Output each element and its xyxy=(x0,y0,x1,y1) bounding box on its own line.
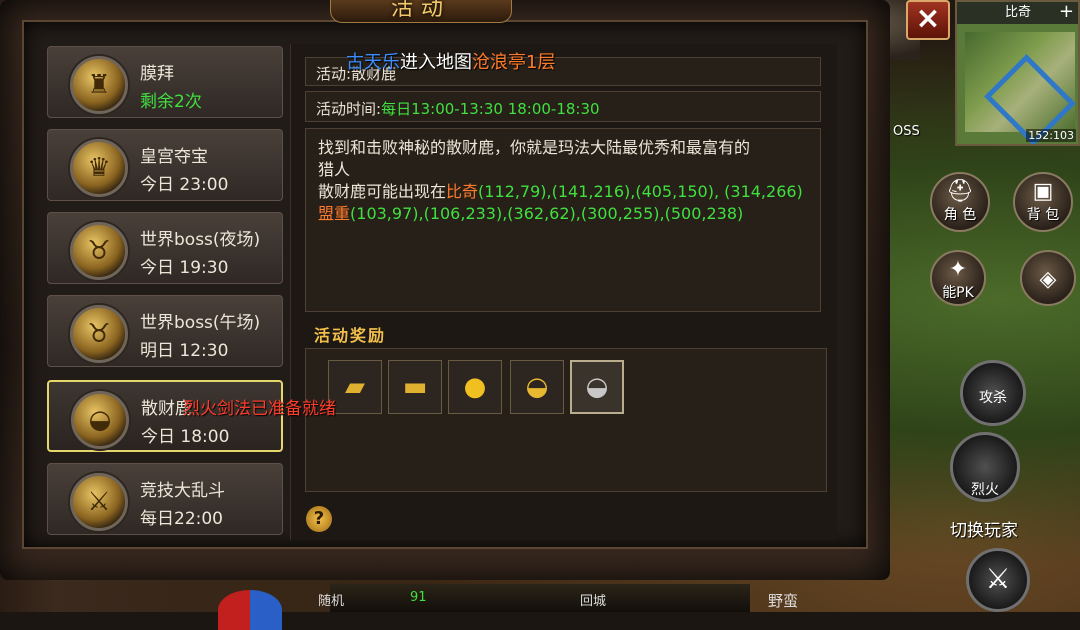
sword-attack-button[interactable]: ⚔ xyxy=(966,548,1030,612)
player-coordinates: 152:103 xyxy=(1026,129,1076,142)
bag-label: 背 包 xyxy=(1026,207,1060,223)
activity-name: 世界boss(夜场) xyxy=(140,230,261,250)
activity-time-row: 活动时间:每日13:00-13:30 18:00-18:30 xyxy=(305,91,821,122)
player-name: 古天乐 xyxy=(346,52,400,73)
skill-fire-sword-button[interactable]: 烈火 xyxy=(950,432,1020,502)
activity-name: 膜拜 xyxy=(140,64,174,84)
activity-name: 竞技大乱斗 xyxy=(140,481,225,501)
silver-ingot-icon: ◒ xyxy=(585,372,609,402)
pk-mode-button[interactable]: ✦ 能PK xyxy=(930,250,986,306)
bottom-action-bar xyxy=(330,584,750,612)
hp-mp-orb xyxy=(218,590,282,630)
activity-item-palace-treasure[interactable]: ♛ 皇宫夺宝 今日 23:00 xyxy=(47,129,283,201)
location-name-mengzhong: 盟重 xyxy=(318,204,351,223)
map-name: 沧浪亭1层 xyxy=(472,52,556,73)
description-line-1: 找到和击败神秘的散财鹿，你就是玛法大陆最优秀和最富有的 xyxy=(318,138,751,157)
diamond-icon: ◈ xyxy=(1039,267,1057,292)
bull-demon-icon: ♉ xyxy=(70,305,128,363)
help-button[interactable]: ? xyxy=(306,506,332,532)
appear-prefix: 散财鹿可能出现在 xyxy=(318,182,447,201)
activity-time-label: 活动时间: xyxy=(316,100,382,118)
system-message-action: 进入地图 xyxy=(400,52,472,73)
location-name-biqi: 比奇 xyxy=(446,182,479,201)
activity-time: 今日 23:00 xyxy=(140,175,229,195)
reward-slot-gold-bar[interactable]: ▬ xyxy=(388,360,442,414)
bag-button[interactable]: ▣ 背 包 xyxy=(1013,172,1073,232)
treasure-chest-icon: ♛ xyxy=(70,139,128,197)
activity-name: 皇宫夺宝 xyxy=(140,147,208,167)
location-coords-mengzhong: (103,97),(106,233),(362,62),(300,255),(5… xyxy=(350,204,744,223)
helmet-icon: ⛑ xyxy=(946,179,974,204)
activity-time: 今日 18:00 xyxy=(141,427,230,447)
gold-bar-icon: ▬ xyxy=(402,372,428,402)
gold-bars-icon: ▰ xyxy=(345,372,365,402)
hp-value: 91 xyxy=(410,590,427,605)
pk-label: 能PK xyxy=(942,285,974,301)
gold-coins-icon: ● xyxy=(463,372,487,402)
activity-time: 今日 19:30 xyxy=(140,258,229,278)
rewards-box xyxy=(305,348,827,492)
gold-ingot-icon: ◒ xyxy=(525,372,549,402)
zoom-in-icon[interactable]: + xyxy=(1059,2,1074,22)
activity-item-world-boss-noon[interactable]: ♉ 世界boss(午场) 明日 12:30 xyxy=(47,295,283,367)
reward-slot-gold-bars[interactable]: ▰ xyxy=(328,360,382,414)
skill-attack-kill-button[interactable]: 攻杀 xyxy=(960,360,1026,426)
barbarian-skill-button[interactable]: 野蛮 xyxy=(768,590,798,611)
minimap[interactable]: 比奇 + 152:103 xyxy=(955,0,1080,146)
description-line-2: 猎人 xyxy=(318,160,351,179)
activity-name: 世界boss(午场) xyxy=(140,313,261,333)
bull-demon-icon: ♉ xyxy=(70,222,128,280)
activity-description-box: 找到和击败神秘的散财鹿，你就是玛法大陆最优秀和最富有的 猎人 散财鹿可能出现在比… xyxy=(305,128,821,312)
activity-item-worship[interactable]: ♜ 膜拜 剩余2次 xyxy=(47,46,283,118)
activity-description: 找到和击败神秘的散财鹿，你就是玛法大陆最优秀和最富有的 猎人 散财鹿可能出现在比… xyxy=(318,137,828,225)
location-coords-biqi: (112,79),(141,216),(405,150), (314,266) xyxy=(478,182,803,201)
bag-icon: ▣ xyxy=(1032,179,1054,204)
activity-item-world-boss-night[interactable]: ♉ 世界boss(夜场) 今日 19:30 xyxy=(47,212,283,284)
skill-attack-kill-label: 攻杀 xyxy=(979,390,1007,406)
reward-slot-gold-ingot[interactable]: ◒ xyxy=(510,360,564,414)
random-teleport-button[interactable]: 随机 xyxy=(318,590,344,609)
system-message: 古天乐进入地图沧浪亭1层 xyxy=(346,48,555,74)
skill-fire-sword-label: 烈火 xyxy=(971,482,999,498)
activity-time-value: 每日13:00-13:30 18:00-18:30 xyxy=(381,100,600,118)
role-label: 角 色 xyxy=(943,207,977,223)
window-title: 活动 xyxy=(390,0,451,21)
settings-button[interactable]: ◈ xyxy=(1020,250,1076,306)
close-button[interactable]: × xyxy=(906,0,950,40)
activity-time: 每日22:00 xyxy=(140,509,223,529)
return-city-button[interactable]: 回城 xyxy=(580,590,606,609)
rewards-title: 活动奖励 xyxy=(314,326,387,345)
minimap-map-name: 比奇 xyxy=(1005,5,1032,20)
role-button[interactable]: ⛑ 角 色 xyxy=(930,172,990,232)
window-title-plate: 活动 xyxy=(330,0,512,23)
crossed-swords-icon: ⚔ xyxy=(70,473,128,531)
activity-time: 明日 12:30 xyxy=(140,341,229,361)
sword-icon: ⚔ xyxy=(985,562,1011,595)
skill-ready-message: 烈火剑法已准备就绪 xyxy=(183,399,336,419)
gold-ingot-icon: ◒ xyxy=(71,391,129,449)
activity-time: 剩余2次 xyxy=(140,92,202,112)
warrior-statue-icon: ♜ xyxy=(70,56,128,114)
boss-label: OSS xyxy=(893,124,920,139)
reward-slot-gold-coins[interactable]: ● xyxy=(448,360,502,414)
close-icon: × xyxy=(915,1,941,36)
switch-player-label[interactable]: 切换玩家 xyxy=(950,516,1018,541)
pk-icon: ✦ xyxy=(948,257,968,282)
reward-slot-silver-ingot[interactable]: ◒ xyxy=(570,360,624,414)
activity-item-arena-brawl[interactable]: ⚔ 竞技大乱斗 每日22:00 xyxy=(47,463,283,535)
